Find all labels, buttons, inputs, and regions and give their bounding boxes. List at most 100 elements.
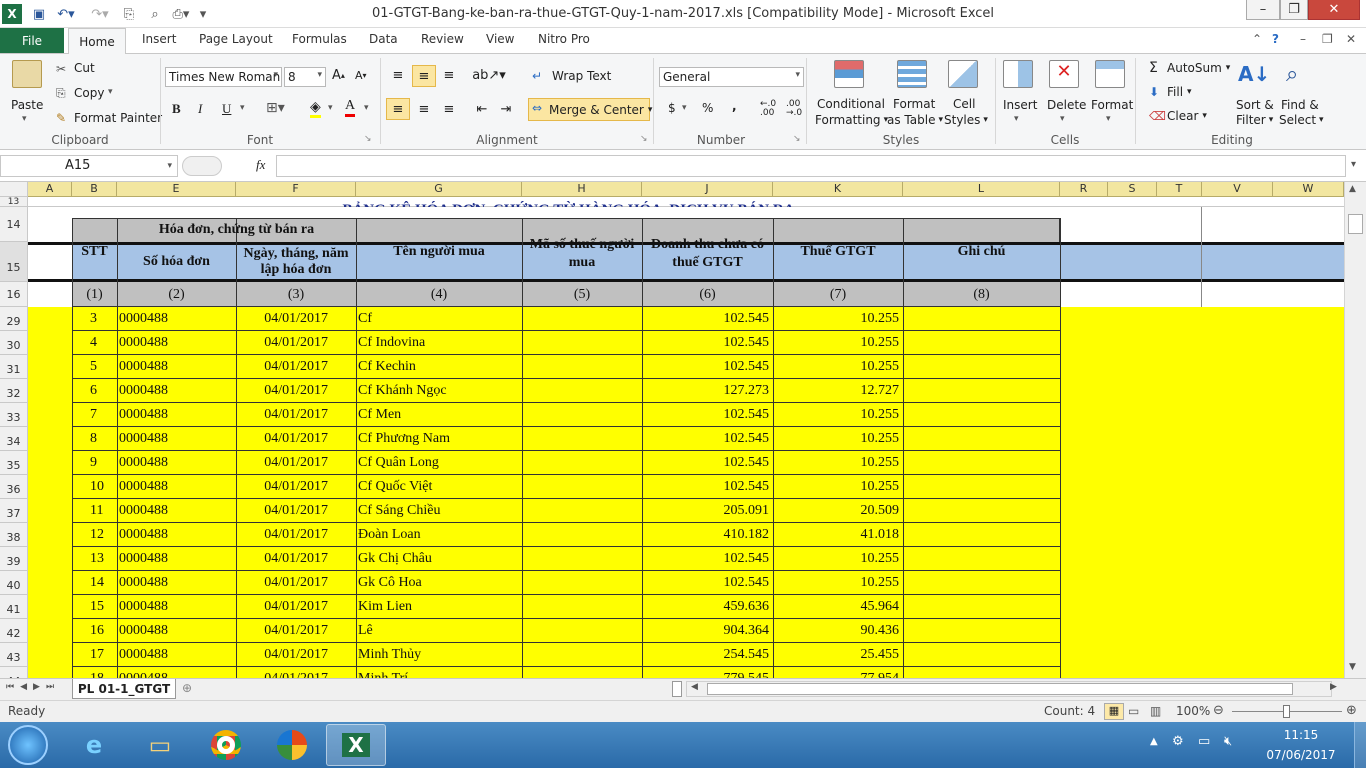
cell-invoice-number[interactable]: 0000488: [119, 643, 234, 666]
doc-close-icon[interactable]: ✕: [1346, 32, 1356, 46]
grow-font-icon[interactable]: A ▴: [332, 68, 345, 83]
doc-minimize-icon[interactable]: –: [1300, 32, 1306, 46]
clock-date[interactable]: 07/06/2017: [1258, 748, 1344, 762]
bold-button[interactable]: B: [172, 101, 181, 117]
row-header[interactable]: 41: [0, 595, 28, 619]
tab-split-handle[interactable]: [672, 681, 682, 697]
font-dialog-launcher-icon[interactable]: ↘: [364, 134, 372, 144]
scroll-up-icon[interactable]: ▲: [1349, 184, 1356, 194]
tab-view[interactable]: View: [486, 32, 514, 46]
formula-input[interactable]: [276, 155, 1346, 177]
cell-stt[interactable]: 12: [90, 523, 117, 546]
cell-invoice-number[interactable]: 0000488: [119, 499, 234, 522]
excel-taskbar-icon[interactable]: X: [326, 724, 386, 766]
cell-invoice-date[interactable]: 04/01/2017: [236, 427, 328, 450]
column-header-f[interactable]: F: [236, 182, 356, 197]
cell-invoice-number[interactable]: 0000488: [119, 475, 234, 498]
cell-stt[interactable]: 18: [90, 667, 117, 678]
cell-invoice-number[interactable]: 0000488: [119, 595, 234, 618]
cell-styles-label2[interactable]: Styles ▾: [944, 113, 988, 127]
row-header[interactable]: 42: [0, 619, 28, 643]
cell-buyer-name[interactable]: Gk Cô Hoa: [358, 571, 520, 594]
row-header[interactable]: 16: [0, 282, 28, 307]
insert-dropdown-icon[interactable]: ▾: [1014, 114, 1019, 124]
row-header[interactable]: 38: [0, 523, 28, 547]
column-header-k[interactable]: K: [773, 182, 903, 197]
cell-revenue[interactable]: 779.545: [642, 667, 770, 678]
cell-revenue[interactable]: 102.545: [642, 475, 770, 498]
cell-stt[interactable]: 15: [90, 595, 117, 618]
network-tray-icon[interactable]: ⚙: [1172, 734, 1184, 749]
cell-buyer-name[interactable]: Cf Quốc Việt: [358, 475, 520, 498]
cell-invoice-number[interactable]: 0000488: [119, 403, 234, 426]
display-tray-icon[interactable]: ▭: [1198, 734, 1210, 749]
clear-button[interactable]: Clear ▾: [1167, 109, 1207, 123]
cell-revenue[interactable]: 127.273: [642, 379, 770, 402]
cell-stt[interactable]: 10: [90, 475, 117, 498]
currency-dropdown-icon[interactable]: ▾: [682, 103, 687, 113]
scroll-down-icon[interactable]: ▼: [1349, 662, 1356, 672]
paste-dropdown-icon[interactable]: ▾: [22, 114, 27, 124]
cell-buyer-name[interactable]: Gk Chị Châu: [358, 547, 520, 570]
find-select-button[interactable]: Find &: [1281, 98, 1319, 112]
sheet-nav-arrows-icon[interactable]: ⏮◀▶⏭: [6, 682, 60, 692]
cell-invoice-number[interactable]: 0000488: [119, 355, 234, 378]
horizontal-scroll-thumb[interactable]: [707, 683, 1293, 695]
row-header[interactable]: 44: [0, 667, 28, 678]
cell-vat[interactable]: 45.964: [773, 595, 900, 618]
cell-revenue[interactable]: 904.364: [642, 619, 770, 642]
cell-invoice-number[interactable]: 0000488: [119, 379, 234, 402]
fill-color-icon[interactable]: ◈: [310, 99, 321, 118]
collapse-ribbon-icon[interactable]: ⌃: [1252, 32, 1262, 46]
cell-vat[interactable]: 12.727: [773, 379, 900, 402]
align-top-icon[interactable]: ≡: [388, 65, 408, 85]
cell-invoice-number[interactable]: 0000488: [119, 619, 234, 642]
row-header[interactable]: 43: [0, 643, 28, 667]
tab-review[interactable]: Review: [421, 32, 464, 46]
insert-function-button[interactable]: fx: [256, 157, 265, 173]
sort-filter-icon[interactable]: A↓: [1238, 62, 1270, 86]
row-header[interactable]: 14: [0, 207, 28, 242]
name-box[interactable]: A15 ▾: [0, 155, 178, 177]
align-middle-icon[interactable]: ≡: [412, 65, 436, 87]
cell-revenue[interactable]: 102.545: [642, 547, 770, 570]
column-header-t[interactable]: T: [1157, 182, 1202, 197]
cell-buyer-name[interactable]: Đoàn Loan: [358, 523, 520, 546]
increase-decimal-icon[interactable]: ←.0.00: [760, 100, 776, 118]
autosum-icon[interactable]: Σ: [1149, 60, 1158, 76]
scroll-left-icon[interactable]: ◀: [691, 682, 698, 692]
conditional-formatting-icon[interactable]: [834, 60, 864, 88]
alignment-dialog-launcher-icon[interactable]: ↘: [640, 134, 648, 144]
internet-explorer-icon[interactable]: e: [64, 724, 124, 766]
scroll-right-icon[interactable]: ▶: [1330, 682, 1337, 692]
font-color-icon[interactable]: A: [345, 98, 356, 117]
cell-invoice-date[interactable]: 04/01/2017: [236, 403, 328, 426]
help-icon[interactable]: ?: [1272, 32, 1279, 46]
normal-view-icon[interactable]: ▦: [1104, 703, 1124, 720]
cut-icon[interactable]: ✂: [56, 62, 66, 76]
zoom-out-icon[interactable]: ⊖: [1213, 703, 1224, 718]
fill-button[interactable]: Fill ▾: [1167, 85, 1192, 99]
row-header[interactable]: 29: [0, 307, 28, 331]
cell-stt[interactable]: 13: [90, 547, 117, 570]
format-as-table-button[interactable]: Format: [893, 97, 935, 111]
cell-invoice-number[interactable]: 0000488: [119, 571, 234, 594]
delete-dropdown-icon[interactable]: ▾: [1060, 114, 1065, 124]
cell-buyer-name[interactable]: Cf: [358, 307, 520, 330]
cell-vat[interactable]: 90.436: [773, 619, 900, 642]
cell-revenue[interactable]: 102.545: [642, 331, 770, 354]
row-header[interactable]: 33: [0, 403, 28, 427]
redo-icon[interactable]: ↷▾: [88, 4, 112, 24]
cell-revenue[interactable]: 459.636: [642, 595, 770, 618]
cell-invoice-date[interactable]: 04/01/2017: [236, 355, 328, 378]
chrome-icon[interactable]: [196, 724, 256, 766]
cell-vat[interactable]: 10.255: [773, 547, 900, 570]
cell-buyer-name[interactable]: Cf Khánh Ngọc: [358, 379, 520, 402]
show-desktop-button[interactable]: [1354, 722, 1366, 768]
conditional-formatting-label2[interactable]: Formatting ▾: [815, 113, 888, 127]
insert-cells-button[interactable]: Insert: [1003, 98, 1037, 112]
clear-icon[interactable]: ⌫: [1149, 109, 1166, 123]
tab-page-layout[interactable]: Page Layout: [199, 32, 273, 46]
cell-invoice-date[interactable]: 04/01/2017: [236, 451, 328, 474]
format-cells-icon[interactable]: [1095, 60, 1125, 88]
